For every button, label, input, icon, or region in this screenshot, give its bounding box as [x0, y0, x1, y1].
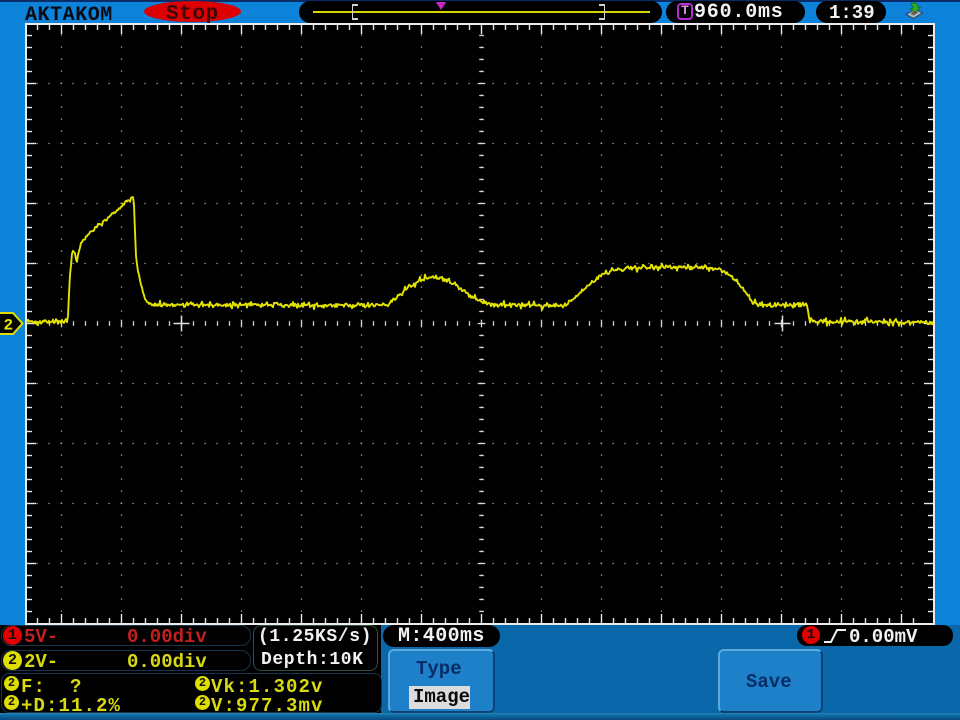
svg-text:2: 2 [4, 317, 14, 335]
